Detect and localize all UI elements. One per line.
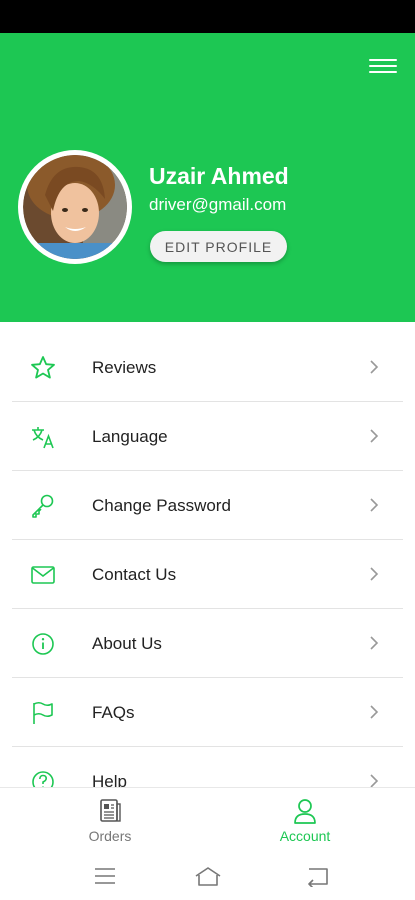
chevron-right-icon: [370, 567, 379, 581]
status-bar: [0, 0, 415, 33]
hamburger-menu-button[interactable]: [369, 57, 399, 77]
account-menu-list: Reviews Language Change Password Contact…: [0, 333, 415, 816]
envelope-icon: [31, 566, 55, 584]
menu-item-label: FAQs: [92, 703, 135, 722]
avatar[interactable]: [18, 150, 132, 264]
chevron-right-icon: [370, 360, 379, 374]
chevron-right-icon: [370, 429, 379, 443]
tab-orders-label: Orders: [88, 828, 132, 844]
back-icon[interactable]: [302, 865, 332, 887]
menu-item-change-password[interactable]: Change Password: [0, 471, 415, 540]
tab-account[interactable]: Account: [245, 788, 365, 852]
star-icon: [31, 356, 55, 379]
menu-item-label: About Us: [92, 634, 162, 653]
chevron-right-icon: [370, 705, 379, 719]
menu-line-icon: [369, 71, 397, 73]
info-icon: [32, 633, 54, 655]
system-navigation-bar: [0, 851, 415, 900]
bottom-nav: Orders Account: [0, 787, 415, 851]
menu-line-icon: [369, 59, 397, 61]
orders-icon: [100, 799, 121, 822]
menu-item-language[interactable]: Language: [0, 402, 415, 471]
menu-line-icon: [369, 65, 397, 67]
menu-item-label: Reviews: [92, 358, 157, 377]
tab-orders[interactable]: Orders: [50, 788, 170, 852]
chevron-right-icon: [370, 498, 379, 512]
chevron-right-icon: [370, 636, 379, 650]
flag-icon: [33, 701, 53, 724]
home-icon[interactable]: [193, 865, 223, 887]
key-icon: [32, 494, 54, 518]
tab-account-label: Account: [279, 828, 331, 844]
profile-email: driver@gmail.com: [149, 195, 287, 214]
menu-item-faqs[interactable]: FAQs: [0, 678, 415, 747]
menu-item-label: Change Password: [92, 496, 231, 515]
menu-item-label: Contact Us: [92, 565, 177, 584]
menu-item-label: Language: [92, 427, 168, 446]
avatar-photo: [23, 155, 127, 259]
person-icon: [294, 799, 316, 824]
menu-item-reviews[interactable]: Reviews: [0, 333, 415, 402]
edit-profile-button[interactable]: EDIT PROFILE: [150, 231, 287, 262]
profile-name: Uzair Ahmed: [149, 163, 289, 189]
translate-icon: [32, 427, 54, 449]
menu-item-about-us[interactable]: About Us: [0, 609, 415, 678]
recent-apps-icon[interactable]: [90, 865, 120, 887]
menu-item-contact-us[interactable]: Contact Us: [0, 540, 415, 609]
